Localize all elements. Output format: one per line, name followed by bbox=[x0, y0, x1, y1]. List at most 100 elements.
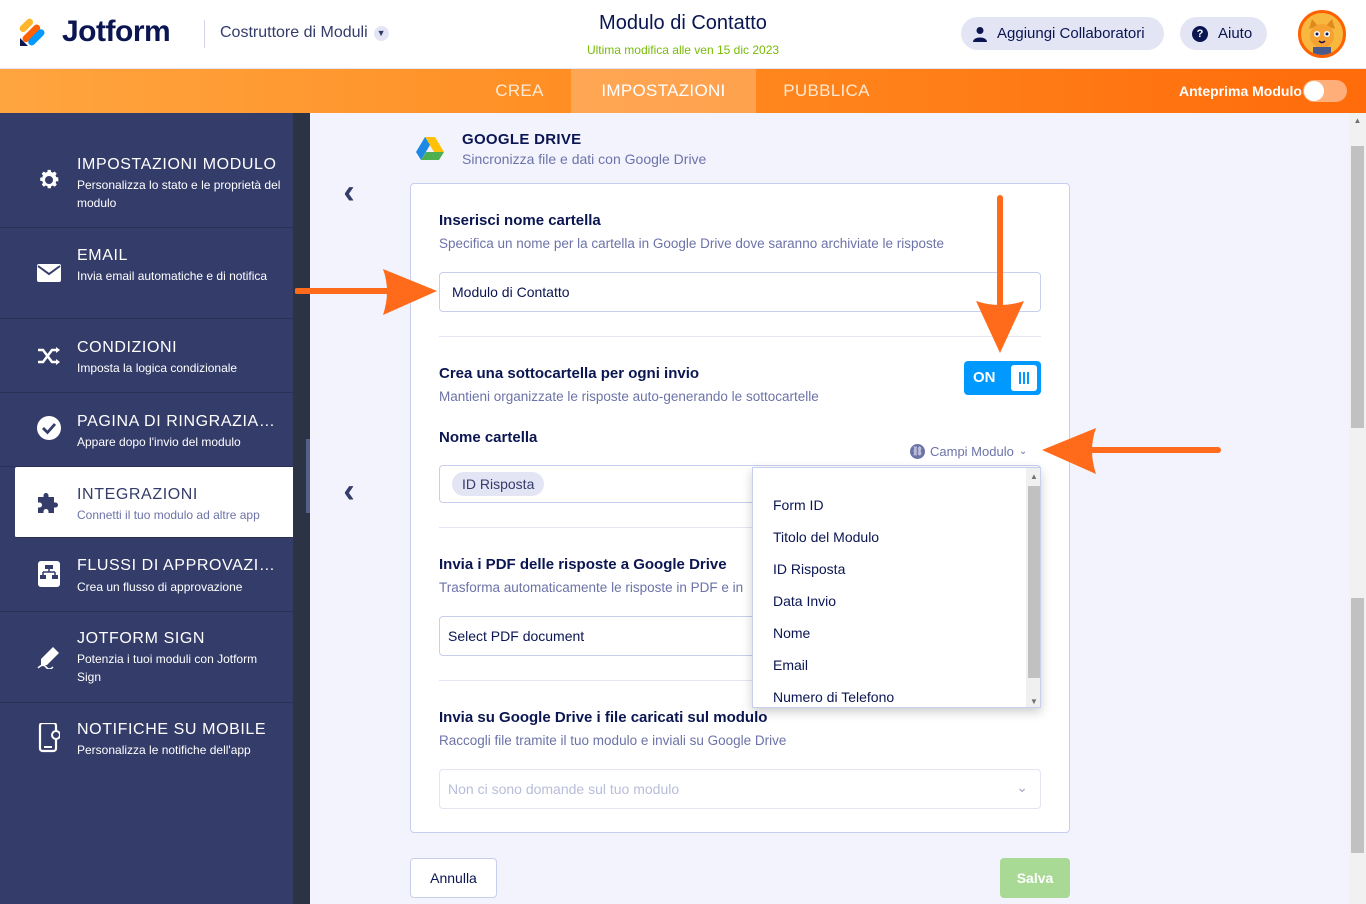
scroll-up-icon[interactable]: ▲ bbox=[1349, 113, 1366, 127]
folder-name-desc: Specifica un nome per la cartella in Goo… bbox=[439, 236, 945, 251]
sidebar-item-desc: Personalizza lo stato e le proprietà del… bbox=[77, 178, 281, 210]
annotation-arrow-right-icon bbox=[295, 269, 437, 315]
field-tag[interactable]: ID Risposta bbox=[452, 472, 545, 496]
uploads-label: Invia su Google Drive i file caricati su… bbox=[439, 709, 768, 726]
annotation-arrow-down-icon bbox=[976, 195, 1024, 353]
dropdown-option[interactable]: Data Invio bbox=[773, 593, 836, 609]
sidebar-item-jotform-sign[interactable]: JOTFORM SIGN Potenzia i tuoi moduli con … bbox=[0, 612, 293, 703]
check-circle-icon bbox=[36, 415, 62, 441]
shuffle-icon bbox=[36, 343, 62, 369]
pdf-label: Invia i PDF delle risposte a Google Driv… bbox=[439, 556, 727, 573]
folder-name-input[interactable]: Modulo di Contatto bbox=[439, 272, 1041, 312]
dropdown-option[interactable]: ID Risposta bbox=[773, 561, 845, 577]
sidebar-item-title: CONDIZIONI bbox=[77, 339, 178, 356]
last-modified: Ultima modifica alle ven 15 dic 2023 bbox=[586, 43, 780, 57]
folder-name-label: Inserisci nome cartella bbox=[439, 212, 601, 229]
google-drive-icon bbox=[416, 137, 444, 160]
builder-menu[interactable]: Costruttore di Moduli ▼ bbox=[220, 24, 389, 42]
envelope-icon bbox=[36, 260, 62, 286]
preview-toggle[interactable] bbox=[1303, 80, 1347, 102]
main-nav: CREA IMPOSTAZIONI PUBBLICA Anteprima Mod… bbox=[0, 69, 1366, 113]
main-scrollbar-thumb[interactable] bbox=[1351, 146, 1364, 428]
brand-name: Jotform bbox=[62, 15, 171, 48]
question-icon: ? bbox=[1192, 25, 1208, 42]
main-scrollbar-thumb-lower[interactable] bbox=[1351, 598, 1364, 853]
pdf-desc: Trasforma automaticamente le risposte in… bbox=[439, 580, 744, 595]
dropdown-option[interactable]: Form ID bbox=[773, 497, 824, 513]
tab-impostazioni[interactable]: IMPOSTAZIONI bbox=[571, 69, 756, 113]
sidebar-item-form-settings[interactable]: IMPOSTAZIONI MODULO Personalizza lo stat… bbox=[0, 113, 293, 228]
help-label: Aiuto bbox=[1218, 25, 1253, 42]
avatar-cat-icon bbox=[1301, 13, 1343, 55]
chevron-down-icon: ▼ bbox=[373, 25, 389, 41]
gear-icon bbox=[36, 167, 62, 193]
pdf-select-value: Select PDF document bbox=[448, 628, 585, 644]
scroll-down-icon[interactable]: ▼ bbox=[1026, 693, 1040, 707]
toggle-state: ON bbox=[973, 369, 996, 386]
sidebar-scrollbar-thumb[interactable] bbox=[306, 439, 310, 513]
subfolder-toggle[interactable]: ON bbox=[964, 361, 1041, 395]
sidebar-item-title: INTEGRAZIONI bbox=[77, 486, 198, 503]
integration-title: GOOGLE DRIVE bbox=[462, 131, 582, 148]
sidebar-item-desc: Crea un flusso di approvazione bbox=[77, 580, 243, 594]
sidebar-item-integrations[interactable]: INTEGRAZIONI Connetti il tuo modulo ad a… bbox=[15, 467, 293, 538]
save-button[interactable]: Salva bbox=[1000, 858, 1070, 898]
form-title[interactable]: Modulo di Contatto bbox=[483, 12, 883, 35]
sidebar-item-approval-flows[interactable]: FLUSSI DI APPROVAZIONE Crea un flusso di… bbox=[0, 538, 293, 612]
pen-icon bbox=[36, 644, 62, 670]
preview-toggle-knob bbox=[1304, 81, 1324, 101]
sidebar-item-email[interactable]: EMAIL Invia email automatiche e di notif… bbox=[0, 228, 293, 319]
sidebar-item-title: FLUSSI DI APPROVAZIONE bbox=[77, 557, 287, 574]
sidebar-item-conditions[interactable]: CONDIZIONI Imposta la logica condizional… bbox=[0, 319, 293, 393]
cancel-button[interactable]: Annulla bbox=[410, 858, 497, 898]
dropdown-scrollbar-thumb[interactable] bbox=[1028, 486, 1040, 678]
back-chevron-icon[interactable]: ‹ bbox=[336, 173, 362, 211]
scroll-up-icon[interactable]: ▲ bbox=[1026, 468, 1040, 484]
sidebar-item-title: PAGINA DI RINGRAZIAMENTO bbox=[77, 413, 287, 430]
tab-pubblica[interactable]: PUBBLICA bbox=[756, 69, 897, 113]
chevron-down-icon: ⌄ bbox=[1016, 779, 1028, 795]
sidebar-item-desc: Appare dopo l'invio del modulo bbox=[77, 435, 241, 449]
sidebar-item-title: JOTFORM SIGN bbox=[77, 630, 206, 647]
form-fields-dropdown: Form ID Titolo del Modulo ID Risposta Da… bbox=[752, 467, 1041, 708]
flow-icon bbox=[36, 561, 62, 587]
add-collaborators-button[interactable]: Aggiungi Collaboratori bbox=[961, 17, 1164, 50]
dropdown-option[interactable]: Titolo del Modulo bbox=[773, 529, 879, 545]
avatar[interactable] bbox=[1298, 10, 1346, 58]
form-fields-button[interactable]: ⛓ Campi Modulo ⌄ bbox=[910, 444, 1027, 459]
folder-name-pattern-label: Nome cartella bbox=[439, 429, 538, 446]
jotform-logo[interactable]: Jotform bbox=[18, 15, 171, 49]
tab-crea[interactable]: CREA bbox=[468, 69, 571, 113]
sidebar-item-desc: Invia email automatiche e di notifica bbox=[77, 269, 268, 283]
dropdown-scrollbar[interactable]: ▲ ▼ bbox=[1026, 468, 1040, 707]
toggle-knob bbox=[1011, 365, 1037, 391]
sidebar-item-desc: Personalizza le notifiche dell'app bbox=[77, 743, 251, 757]
top-bar: Jotform Costruttore di Moduli ▼ Modulo d… bbox=[0, 0, 1366, 69]
sidebar-item-thank-you[interactable]: PAGINA DI RINGRAZIAMENTO Appare dopo l'i… bbox=[0, 393, 293, 467]
sidebar-item-title: EMAIL bbox=[77, 247, 129, 264]
subfolder-desc: Mantieni organizzate le risposte auto-ge… bbox=[439, 389, 819, 404]
builder-label: Costruttore di Moduli bbox=[220, 24, 368, 41]
sidebar-item-desc: Imposta la logica condizionale bbox=[77, 361, 238, 375]
sidebar-item-title: NOTIFICHE SU MOBILE bbox=[77, 721, 267, 738]
dropdown-option[interactable]: Nome bbox=[773, 625, 810, 641]
add-collaborators-label: Aggiungi Collaboratori bbox=[997, 25, 1145, 42]
sidebar-item-mobile-notifications[interactable]: NOTIFICHE SU MOBILE Personalizza le noti… bbox=[0, 703, 293, 777]
settings-sidebar: IMPOSTAZIONI MODULO Personalizza lo stat… bbox=[0, 113, 293, 904]
puzzle-icon bbox=[36, 490, 62, 516]
uploads-desc: Raccogli file tramite il tuo modulo e in… bbox=[439, 733, 787, 748]
help-button[interactable]: ? Aiuto bbox=[1180, 17, 1267, 50]
uploads-select-placeholder: Non ci sono domande sul tuo modulo bbox=[448, 781, 680, 797]
form-fields-label: Campi Modulo bbox=[930, 444, 1014, 459]
mobile-icon bbox=[36, 723, 62, 753]
dropdown-option[interactable]: Email bbox=[773, 657, 808, 673]
main-scrollbar[interactable]: ▲ bbox=[1349, 113, 1366, 904]
sidebar-item-desc: Potenzia i tuoi moduli con Jotform Sign bbox=[77, 652, 258, 684]
uploads-select[interactable]: Non ci sono domande sul tuo modulo ⌄ bbox=[439, 769, 1041, 809]
dropdown-option[interactable]: Numero di Telefono bbox=[773, 689, 894, 705]
back-chevron-icon[interactable]: ‹ bbox=[336, 472, 362, 510]
sidebar-item-desc: Connetti il tuo modulo ad altre app bbox=[77, 508, 260, 522]
sidebar-scrollbar[interactable] bbox=[293, 113, 310, 904]
header-separator bbox=[204, 20, 205, 48]
annotation-arrow-left-icon bbox=[1042, 428, 1221, 474]
